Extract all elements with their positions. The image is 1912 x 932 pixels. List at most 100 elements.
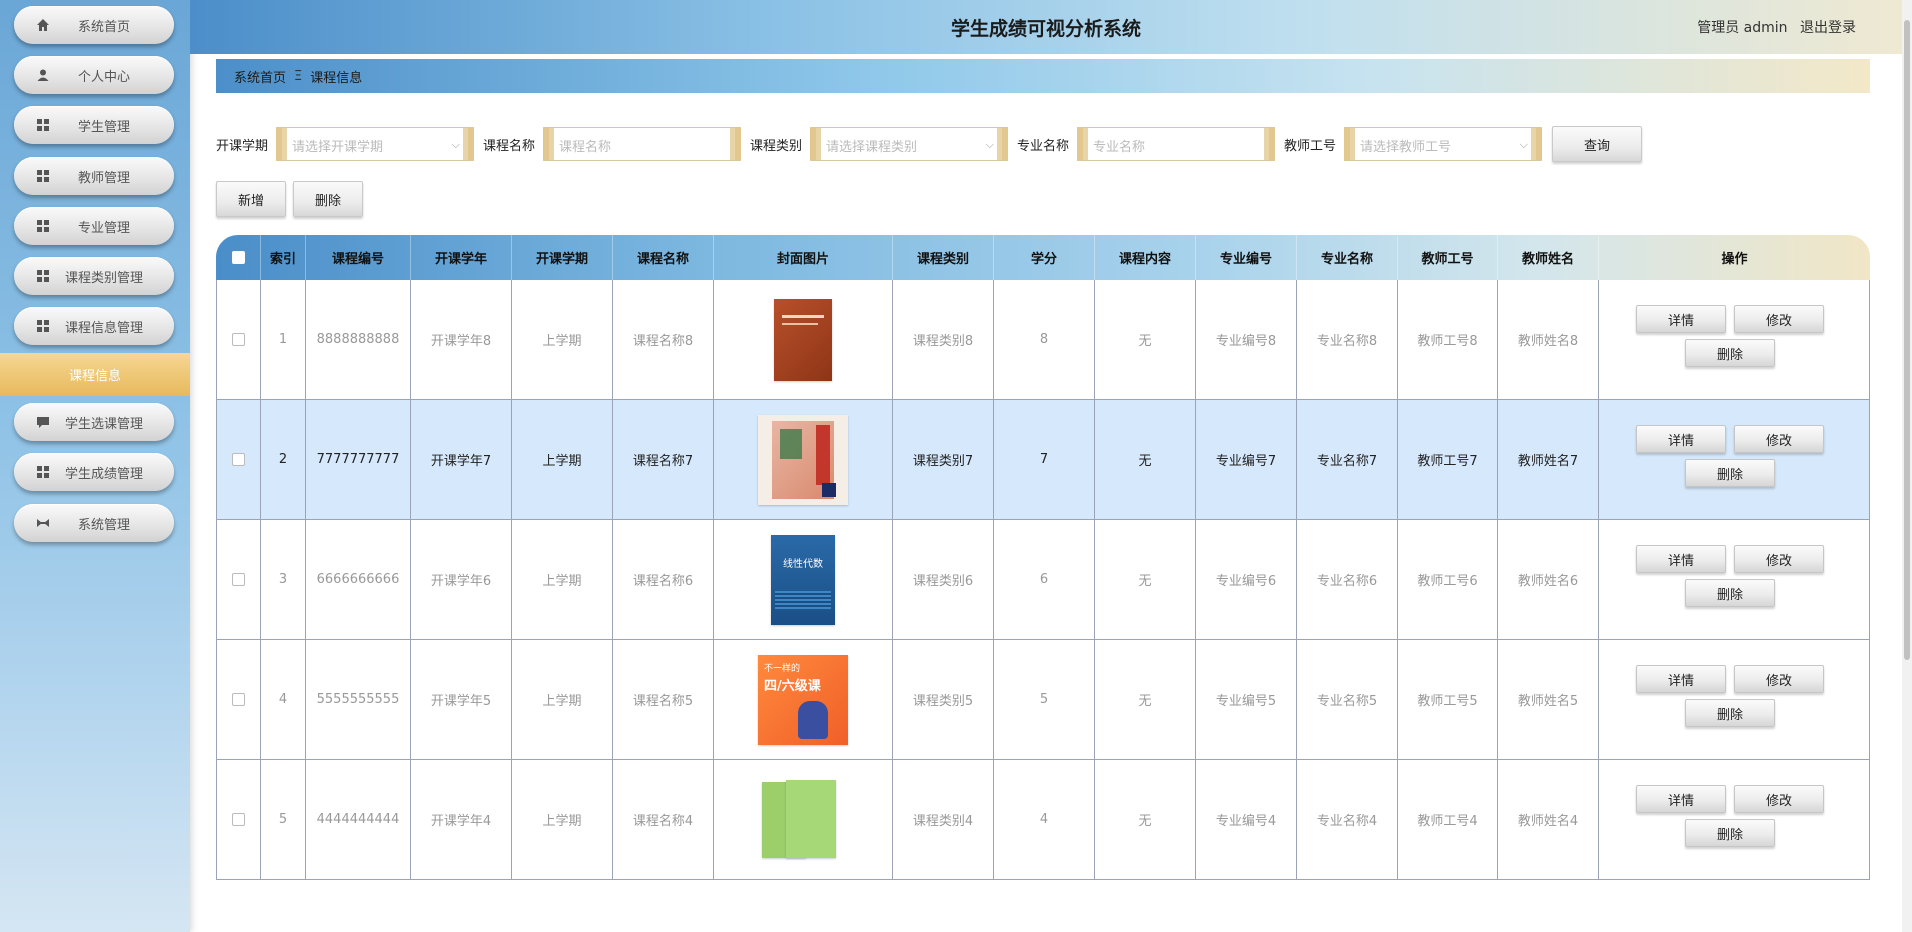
logout-link[interactable]: 退出登录	[1800, 20, 1856, 36]
grid-icon	[37, 466, 49, 478]
cell-teacher-name: 教师姓名6	[1498, 520, 1599, 639]
cell-content: 无	[1095, 520, 1196, 639]
cell-major-no: 专业编号5	[1196, 640, 1297, 759]
row-checkbox[interactable]	[232, 333, 245, 346]
cell-credit: 5	[994, 640, 1095, 759]
sidebar: 系统首页 个人中心 学生管理 教师管理 专业管理 课程类别管理 课程信息管理 课…	[0, 0, 190, 932]
delete-button[interactable]: 删除	[1685, 699, 1775, 727]
cell-cover	[714, 760, 893, 879]
row-checkbox[interactable]	[232, 693, 245, 706]
sidebar-item-system[interactable]: 系统管理	[14, 504, 174, 542]
app-title: 学生成绩可视分析系统	[950, 18, 1141, 40]
type-select[interactable]: 请选择课程类别 ⌵	[810, 127, 1009, 161]
header-cell: 课程类别	[893, 235, 994, 280]
row-checkbox[interactable]	[232, 573, 245, 586]
cell-type: 课程类别6	[893, 520, 994, 639]
table-row: 3 6666666666 开课学年6 上学期 课程名称6 线性代数 课程类别6 …	[216, 520, 1870, 640]
sidebar-item-course-types[interactable]: 课程类别管理	[14, 257, 174, 295]
detail-button[interactable]: 详情	[1636, 305, 1726, 333]
type-placeholder: 请选择课程类别	[826, 140, 918, 155]
cell-teacher-name: 教师姓名4	[1498, 760, 1599, 879]
query-button[interactable]: 查询	[1552, 126, 1642, 162]
cell-major: 专业名称6	[1297, 520, 1398, 639]
teacher-select[interactable]: 请选择教师工号 ⌵	[1344, 127, 1543, 161]
home-icon	[37, 19, 49, 31]
breadcrumb: 系统首页 Ξ 课程信息	[216, 59, 1870, 93]
cover-green-books	[758, 778, 848, 862]
page-scrollbar[interactable]	[1902, 0, 1912, 932]
cover-title-text: 四/六级课	[764, 678, 821, 694]
delete-button[interactable]: 删除	[1685, 459, 1775, 487]
detail-button[interactable]: 详情	[1636, 665, 1726, 693]
edit-button[interactable]: 修改	[1734, 425, 1824, 453]
row-checkbox-cell	[216, 520, 261, 639]
row-checkbox-cell	[216, 280, 261, 399]
table-row: 1 8888888888 开课学年8 上学期 课程名称8 课程类别8 8 无 专…	[216, 280, 1870, 400]
row-checkbox[interactable]	[232, 453, 245, 466]
search-bar: 开课学期 请选择开课学期 ⌵ 课程名称 课程名称 课程类别 请选择课程类别 ⌵ …	[216, 126, 1870, 162]
cell-teacher-no: 教师工号7	[1398, 400, 1498, 519]
cell-teacher-no: 教师工号6	[1398, 520, 1498, 639]
cell-index: 4	[261, 640, 306, 759]
delete-button[interactable]: 删除	[1685, 579, 1775, 607]
select-all-checkbox[interactable]	[231, 251, 245, 264]
chevron-down-icon: ⌵	[985, 138, 995, 151]
edit-button[interactable]: 修改	[1734, 665, 1824, 693]
header-cell: 课程名称	[613, 235, 714, 280]
sidebar-item-course-info[interactable]: 课程信息管理	[14, 307, 174, 345]
course-name-input[interactable]: 课程名称	[543, 127, 742, 161]
edit-button[interactable]: 修改	[1734, 305, 1824, 333]
header-cell: 专业名称	[1297, 235, 1398, 280]
row-checkbox[interactable]	[232, 813, 245, 826]
sidebar-item-scores[interactable]: 学生成绩管理	[14, 453, 174, 491]
breadcrumb-home[interactable]: 系统首页	[234, 67, 286, 86]
header-cell: 学分	[994, 235, 1095, 280]
major-filter: 专业名称 专业名称	[1017, 126, 1276, 162]
sidebar-item-students[interactable]: 学生管理	[14, 106, 174, 144]
sidebar-subitem-course-info[interactable]: 课程信息	[0, 353, 190, 396]
delete-button[interactable]: 删除	[1685, 339, 1775, 367]
sidebar-item-profile[interactable]: 个人中心	[14, 56, 174, 94]
cell-index: 2	[261, 400, 306, 519]
add-button[interactable]: 新增	[216, 181, 286, 217]
term-select[interactable]: 请选择开课学期 ⌵	[276, 127, 475, 161]
cell-year: 开课学年8	[411, 280, 512, 399]
cell-major-no: 专业编号7	[1196, 400, 1297, 519]
cell-index: 1	[261, 280, 306, 399]
cell-term: 上学期	[512, 520, 613, 639]
grid-icon	[37, 119, 49, 131]
major-placeholder: 专业名称	[1093, 140, 1146, 155]
edit-button[interactable]: 修改	[1734, 785, 1824, 813]
cell-type: 课程类别7	[893, 400, 994, 519]
cell-major: 专业名称8	[1297, 280, 1398, 399]
cell-name: 课程名称6	[613, 520, 714, 639]
sidebar-item-course-selection[interactable]: 学生选课管理	[14, 403, 174, 441]
cell-teacher-no: 教师工号4	[1398, 760, 1498, 879]
sidebar-item-teachers[interactable]: 教师管理	[14, 157, 174, 195]
detail-button[interactable]: 详情	[1636, 425, 1726, 453]
cell-year: 开课学年5	[411, 640, 512, 759]
edit-button[interactable]: 修改	[1734, 545, 1824, 573]
cover-cet-orange: 不一样的 四/六级课	[758, 654, 848, 745]
cell-name: 课程名称7	[613, 400, 714, 519]
cell-cover	[714, 400, 893, 519]
scrollbar-thumb[interactable]	[1904, 20, 1910, 660]
row-checkbox-cell	[216, 400, 261, 519]
term-placeholder: 请选择开课学期	[292, 140, 384, 155]
detail-button[interactable]: 详情	[1636, 545, 1726, 573]
delete-button[interactable]: 删除	[1685, 819, 1775, 847]
type-filter: 课程类别 请选择课程类别 ⌵	[750, 126, 1009, 162]
cell-major-no: 专业编号8	[1196, 280, 1297, 399]
cell-name: 课程名称5	[613, 640, 714, 759]
sidebar-item-home[interactable]: 系统首页	[14, 6, 174, 44]
cell-actions: 详情 修改 删除	[1599, 400, 1870, 519]
cell-actions: 详情 修改 删除	[1599, 520, 1870, 639]
header-cell: 课程编号	[306, 235, 411, 280]
chevron-down-icon: ⌵	[1519, 138, 1529, 151]
sidebar-item-majors[interactable]: 专业管理	[14, 207, 174, 245]
cell-credit: 4	[994, 760, 1095, 879]
cell-code: 5555555555	[306, 640, 411, 759]
detail-button[interactable]: 详情	[1636, 785, 1726, 813]
delete-selected-button[interactable]: 删除	[293, 181, 363, 217]
major-name-input[interactable]: 专业名称	[1077, 127, 1276, 161]
